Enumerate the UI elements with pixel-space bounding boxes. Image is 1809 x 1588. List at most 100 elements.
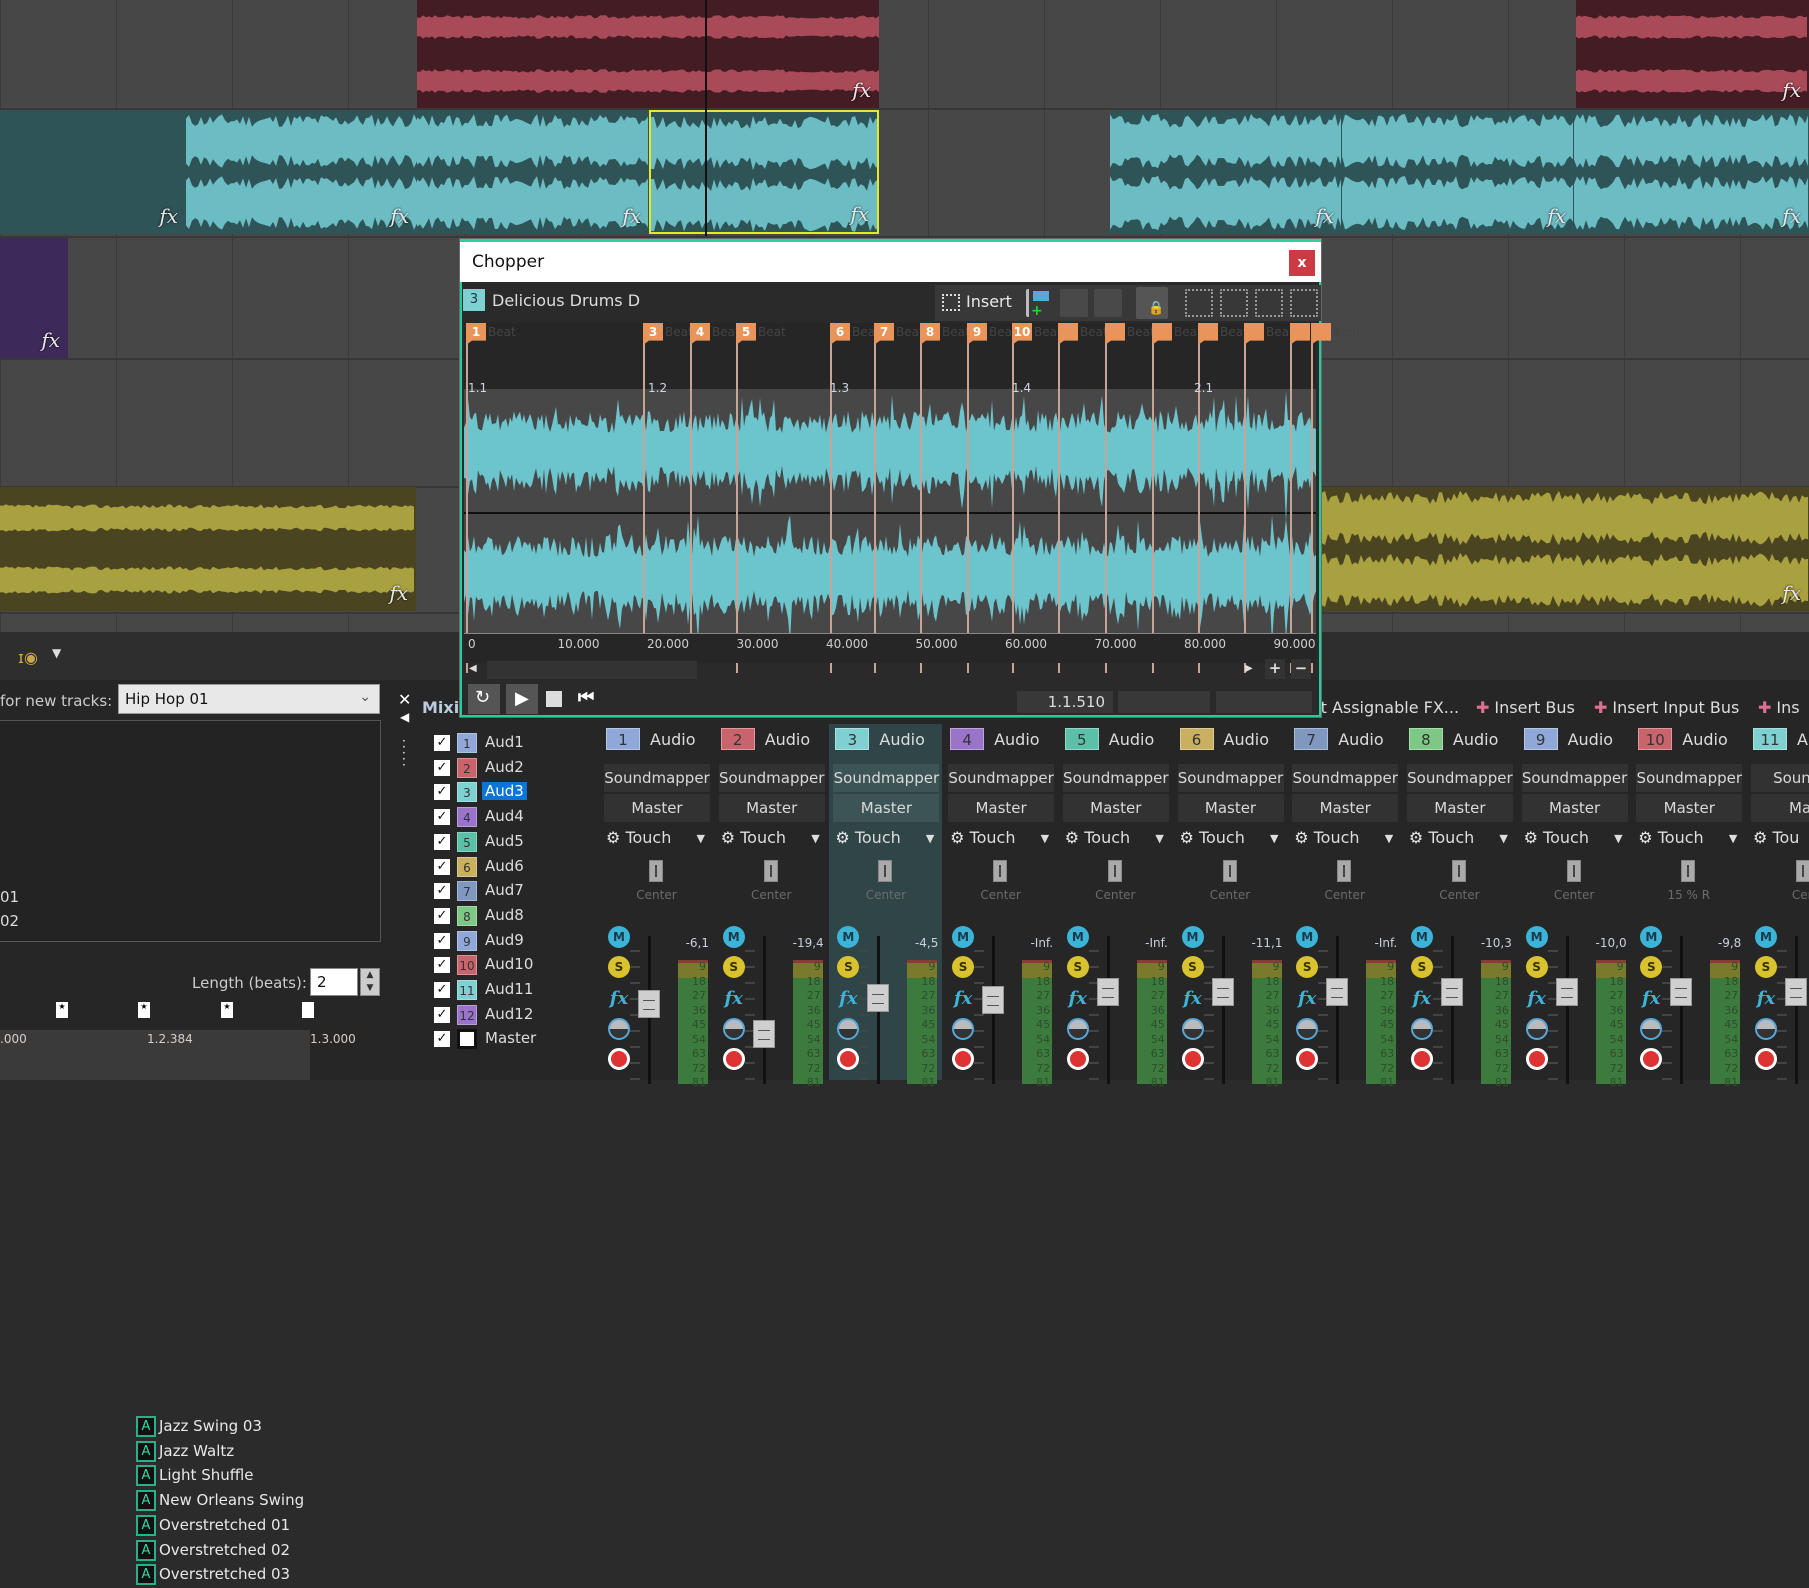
fx-icon[interactable]: fx [1411, 988, 1433, 1010]
phase-invert-icon[interactable] [952, 1018, 975, 1040]
channel-header[interactable]: 2 Audio [720, 728, 821, 752]
output-bus-button[interactable]: Master [1406, 794, 1513, 822]
groove-template-item[interactable]: A Overstretched 02 [136, 1539, 290, 1564]
fx-icon[interactable]: fx [1755, 988, 1777, 1010]
fx-icon[interactable]: fx [1640, 988, 1662, 1010]
chevron-down-icon[interactable]: ▼ [1155, 832, 1163, 845]
loop-button[interactable]: ↻ [468, 684, 500, 714]
go-to-start-button[interactable]: ⏮ [578, 687, 594, 708]
visibility-checkbox[interactable]: ✓ [434, 784, 450, 801]
record-arm-icon[interactable] [952, 1048, 975, 1070]
record-arm-icon[interactable] [722, 1048, 745, 1070]
input-device-button[interactable]: Soundmapper [1521, 764, 1628, 792]
mute-icon[interactable]: M [952, 926, 975, 948]
position-display[interactable]: 1.1.510 [1017, 691, 1113, 713]
channel-header[interactable]: 7 Audio [1294, 728, 1394, 752]
output-bus-button[interactable]: Master [833, 794, 940, 822]
pan-slider[interactable] [1451, 860, 1466, 882]
channel-header[interactable]: 10 Audio [1638, 728, 1738, 752]
chopper-waveform[interactable] [464, 389, 1316, 637]
fx-icon[interactable]: fx [390, 204, 409, 228]
mixer-toolbar-button[interactable]: ✚ Insert Bus [1476, 698, 1575, 717]
pan-slider[interactable] [1222, 860, 1237, 882]
list-item[interactable]: 02 [0, 912, 19, 930]
list-item[interactable]: 01 [0, 888, 19, 906]
automation-mode[interactable]: ⚙ Touch [1409, 828, 1474, 847]
audio-clip-teal[interactable]: fx [1574, 110, 1809, 234]
automation-mode[interactable]: ⚙ Touch [1638, 828, 1703, 847]
input-device-button[interactable]: Soundm [1751, 764, 1809, 792]
channel-header[interactable]: 3 Audio [835, 728, 935, 752]
input-device-button[interactable]: Soundmapper [718, 764, 825, 792]
fx-icon[interactable]: fx [852, 78, 871, 102]
groove-template-list[interactable] [0, 720, 381, 942]
fx-icon[interactable]: fx [41, 328, 60, 352]
mute-icon[interactable]: M [1181, 926, 1204, 948]
solo-icon[interactable]: S [952, 956, 975, 978]
mute-icon[interactable]: M [1296, 926, 1319, 948]
channel-header[interactable]: 6 Audio [1179, 728, 1280, 752]
groove-template-item[interactable]: A Overstretched 03 [136, 1564, 290, 1588]
channel-header[interactable]: 1 Audio [606, 728, 706, 752]
add-marker-icon[interactable]: + [1026, 289, 1054, 319]
fx-icon[interactable]: fx [1782, 581, 1801, 605]
volume-fader[interactable] [1555, 978, 1578, 1006]
automation-mode[interactable]: ⚙ Touch [1180, 828, 1245, 847]
fx-icon[interactable]: fx [1315, 204, 1334, 228]
next-marker-icon[interactable] [1094, 289, 1122, 317]
volume-fader[interactable] [1670, 978, 1693, 1006]
pan-slider[interactable] [1107, 860, 1122, 882]
phase-invert-icon[interactable] [1410, 1018, 1433, 1040]
input-device-button[interactable]: Soundmapper [948, 764, 1055, 792]
groove-template-item[interactable]: A Jazz Waltz [136, 1440, 234, 1465]
mixer-toolbar-button[interactable]: ✚ Ins [1758, 698, 1800, 717]
stop-button[interactable] [546, 691, 562, 707]
fx-icon[interactable]: fx [1547, 204, 1566, 228]
input-device-button[interactable]: Soundmapper [1062, 764, 1169, 792]
phase-invert-icon[interactable] [1640, 1018, 1663, 1040]
input-device-button[interactable]: Soundmapper [1177, 764, 1284, 792]
output-bus-button[interactable]: Mas [1751, 794, 1809, 822]
groove-point-handle[interactable]: ★ [138, 1002, 150, 1018]
chevron-down-icon[interactable]: ▼ [1729, 832, 1737, 845]
visibility-checkbox[interactable]: ✓ [434, 759, 450, 776]
audio-clip-teal[interactable]: fx [417, 110, 649, 234]
insert-button[interactable]: Insert [940, 290, 1020, 316]
volume-fader[interactable] [1785, 978, 1807, 1006]
automation-mode[interactable]: ⚙ Touch [1065, 828, 1130, 847]
shift-right-icon[interactable] [1290, 289, 1318, 317]
visibility-checkbox[interactable]: ✓ [434, 1006, 450, 1023]
pan-slider[interactable] [1566, 860, 1581, 882]
solo-icon[interactable]: S [1640, 956, 1663, 978]
phase-invert-icon[interactable] [1181, 1018, 1204, 1040]
chevron-down-icon[interactable]: ▼ [1614, 832, 1622, 845]
input-device-button[interactable]: Soundmapper [1292, 764, 1399, 792]
playhead-cursor[interactable] [705, 0, 707, 236]
record-arm-icon[interactable] [1640, 1048, 1663, 1070]
halve-selection-icon[interactable] [1185, 289, 1213, 317]
groove-template-item[interactable]: A New Orleans Swing [136, 1490, 304, 1514]
mute-icon[interactable]: M [608, 926, 630, 948]
output-bus-button[interactable]: Master [604, 794, 710, 822]
record-arm-icon[interactable] [608, 1048, 630, 1070]
audio-clip-teal[interactable]: fx [1110, 110, 1342, 234]
chevron-down-icon[interactable]: ▼ [811, 832, 819, 845]
output-bus-button[interactable]: Master [1177, 794, 1284, 822]
chevron-down-icon[interactable]: ▼ [926, 832, 934, 845]
input-device-button[interactable]: Soundmapper [1636, 764, 1743, 792]
scroll-right-icon[interactable]: ▶ [1245, 663, 1253, 674]
fx-icon[interactable]: fx [159, 204, 178, 228]
automation-mode[interactable]: ⚙ Touch [1524, 828, 1589, 847]
channel-header[interactable]: 8 Audio [1408, 728, 1509, 752]
chevron-down-icon[interactable]: ▼ [1270, 832, 1278, 845]
mute-icon[interactable]: M [837, 926, 860, 948]
scrollbar-thumb[interactable] [487, 661, 697, 679]
length-spinner[interactable]: ▲ ▼ [360, 968, 380, 996]
groove-template-item[interactable]: A Jazz Swing 03 [136, 1416, 262, 1440]
audio-clip-red[interactable]: fx [1576, 0, 1809, 108]
volume-fader[interactable] [1096, 978, 1119, 1006]
pan-slider[interactable] [993, 860, 1008, 882]
mute-icon[interactable]: M [722, 926, 745, 948]
input-device-button[interactable]: Soundmapper [604, 764, 710, 792]
volume-fader[interactable] [1440, 978, 1463, 1006]
